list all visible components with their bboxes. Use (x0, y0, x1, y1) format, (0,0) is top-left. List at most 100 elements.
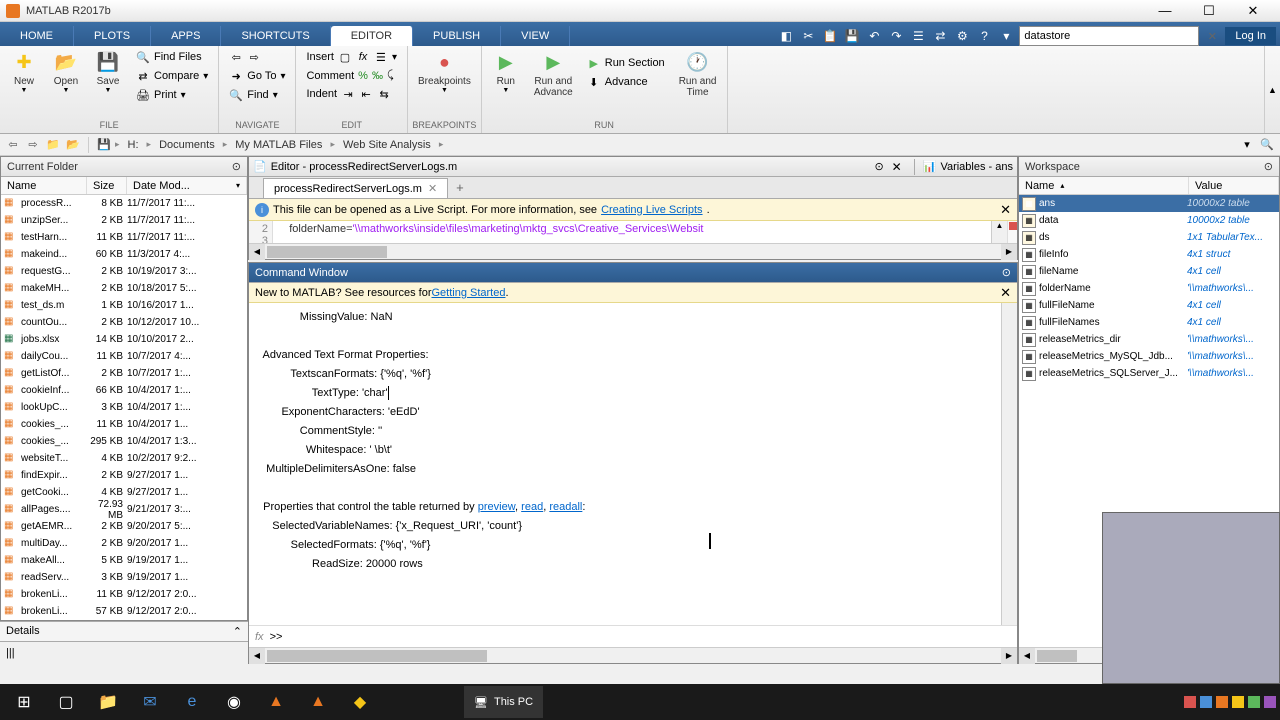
workspace-var-row[interactable]: ▦ans10000x2 table (1019, 195, 1279, 212)
app-icon[interactable]: ◆ (340, 686, 380, 718)
ie-icon[interactable]: e (172, 686, 212, 718)
fx-icon[interactable]: fx (255, 631, 264, 643)
tab-editor[interactable]: EDITOR (331, 26, 413, 46)
print-button[interactable]: 🖨Print ▾ (130, 86, 214, 104)
qat-icon[interactable]: ⇄ (931, 27, 949, 45)
tab-close-icon[interactable]: ✕ (428, 182, 437, 195)
tab-view[interactable]: VIEW (501, 26, 570, 46)
file-row[interactable]: ▦jobs.xlsx14 KB10/10/2017 2... (1, 331, 247, 348)
file-row[interactable]: ▦makeMH...2 KB10/18/2017 5:... (1, 280, 247, 297)
workspace-var-row[interactable]: ▦folderName'\\mathworks\... (1019, 280, 1279, 297)
workspace-var-row[interactable]: ▦fileName4x1 cell (1019, 263, 1279, 280)
qat-icon[interactable]: ☰ (909, 27, 927, 45)
workspace-var-row[interactable]: ▦fileInfo4x1 struct (1019, 246, 1279, 263)
file-row[interactable]: ▦getListOf...2 KB10/7/2017 1:... (1, 365, 247, 382)
workspace-var-row[interactable]: ▦releaseMetrics_MySQL_Jdb...'\\mathworks… (1019, 348, 1279, 365)
tab-add-button[interactable]: + (448, 177, 472, 198)
editor-scrollbar-h[interactable]: ◀▶ (249, 243, 1017, 259)
tray-icon[interactable] (1232, 696, 1244, 708)
qat-icon[interactable]: 📋 (821, 27, 839, 45)
chrome-icon[interactable]: ◉ (214, 686, 254, 718)
outlook-icon[interactable]: ✉ (130, 686, 170, 718)
preview-link[interactable]: preview (478, 501, 515, 513)
file-row[interactable]: ▦makeAll...5 KB9/19/2017 1... (1, 552, 247, 569)
workspace-var-row[interactable]: ▦ds1x1 TabularTex... (1019, 229, 1279, 246)
tray-icon[interactable] (1264, 696, 1276, 708)
insert-button[interactable]: Insert ▢ fx ☰ ▾ (300, 48, 403, 66)
minimize-button[interactable]: — (1144, 1, 1186, 21)
compare-button[interactable]: ⇄Compare ▾ (130, 67, 214, 85)
breadcrumb[interactable]: H: (122, 139, 145, 151)
cmd-banner-close-icon[interactable]: ✕ (1000, 285, 1011, 301)
save-button[interactable]: 💾Save▼ (88, 48, 128, 96)
file-row[interactable]: ▦requestG...2 KB10/19/2017 3:... (1, 263, 247, 280)
qat-icon[interactable]: ✂ (799, 27, 817, 45)
breadcrumb[interactable]: Documents (153, 139, 221, 151)
tray-icon[interactable] (1216, 696, 1228, 708)
qat-save-icon[interactable]: 💾 (843, 27, 861, 45)
file-row[interactable]: ▦cookieInf...66 KB10/4/2017 1:... (1, 382, 247, 399)
editor-menu-icon[interactable]: ⊙ (874, 160, 883, 173)
col-name[interactable]: Name (1, 177, 87, 194)
open-button[interactable]: 📂Open▼ (46, 48, 86, 96)
qat-help-icon[interactable]: ? (975, 27, 993, 45)
run-button[interactable]: ▶Run▼ (486, 48, 526, 96)
nav-fwd-icon[interactable]: ⇨ (24, 136, 42, 154)
readall-link[interactable]: readall (549, 501, 582, 513)
file-row[interactable]: ▦testHarn...11 KB11/7/2017 11:... (1, 229, 247, 246)
taskview-icon[interactable]: ▢ (46, 686, 86, 718)
file-row[interactable]: ▦readServ...3 KB9/19/2017 1... (1, 569, 247, 586)
workspace-var-row[interactable]: ▦releaseMetrics_dir'\\mathworks\... (1019, 331, 1279, 348)
panel-menu-icon[interactable]: ⊙ (1002, 266, 1011, 279)
new-button[interactable]: ✚New▼ (4, 48, 44, 96)
comment-button[interactable]: Comment % ‰ ⤹ (300, 67, 403, 84)
qat-redo-icon[interactable]: ↷ (887, 27, 905, 45)
folder-icon[interactable]: 📂 (64, 136, 82, 154)
ws-col-name[interactable]: Name▴ (1019, 177, 1189, 194)
nav-back-icon[interactable]: ⇦ (4, 136, 22, 154)
file-row[interactable]: ▦brokenLi...57 KB9/12/2017 2:0... (1, 603, 247, 620)
file-row[interactable]: ▦makeind...60 KB11/3/2017 4:... (1, 246, 247, 263)
file-row[interactable]: ▦brokenLi...11 KB9/12/2017 2:0... (1, 586, 247, 603)
breadcrumb[interactable]: My MATLAB Files (229, 139, 328, 151)
tab-publish[interactable]: PUBLISH (413, 26, 501, 46)
command-output[interactable]: MissingValue: NaN Advanced Text Format P… (249, 303, 1017, 625)
file-row[interactable]: ▦countOu...2 KB10/12/2017 10... (1, 314, 247, 331)
goto-button[interactable]: ➜Go To ▾ (223, 67, 291, 85)
workspace-var-row[interactable]: ▦data10000x2 table (1019, 212, 1279, 229)
panel-menu-icon[interactable]: ⊙ (1264, 160, 1273, 173)
ws-col-value[interactable]: Value (1189, 177, 1279, 194)
file-row[interactable]: ▦getAEMR...2 KB9/20/2017 5:... (1, 518, 247, 535)
indent-button[interactable]: Indent ⇥ ⇤ ⇆ (300, 85, 403, 103)
command-prompt[interactable]: fx >> (249, 625, 1017, 647)
nav-back-button[interactable]: ⇦⇨ (223, 48, 291, 66)
workspace-var-row[interactable]: ▦fullFileNames4x1 cell (1019, 314, 1279, 331)
cmd-scrollbar-v[interactable] (1001, 303, 1017, 625)
matlab-icon[interactable]: ▲ (256, 686, 296, 718)
qat-undo-icon[interactable]: ↶ (865, 27, 883, 45)
search-clear-icon[interactable]: ✕ (1203, 27, 1221, 45)
file-row[interactable]: ▦test_ds.m1 KB10/16/2017 1... (1, 297, 247, 314)
file-row[interactable]: ▦multiDay...2 KB9/20/2017 1... (1, 535, 247, 552)
breakpoints-button[interactable]: ●Breakpoints▼ (412, 48, 477, 96)
thispc-icon[interactable]: 🖥This PC (464, 686, 543, 718)
qat-search-icon[interactable]: ▾ (997, 27, 1015, 45)
read-link[interactable]: read (521, 501, 543, 513)
advance-button[interactable]: ⬇Advance (581, 73, 671, 91)
code-error-marker[interactable] (1009, 222, 1017, 230)
editor-file-tab[interactable]: processRedirectServerLogs.m ✕ (263, 178, 448, 198)
addr-dropdown-icon[interactable]: ▾ (1238, 136, 1256, 154)
breadcrumb[interactable]: Web Site Analysis (337, 139, 437, 151)
run-time-button[interactable]: 🕐Run and Time (673, 48, 723, 100)
status-input[interactable]: ||| (0, 641, 248, 664)
run-advance-button[interactable]: ▶Run and Advance (528, 48, 579, 100)
tray-icon[interactable] (1248, 696, 1260, 708)
file-row[interactable]: ▦dailyCou...11 KB10/7/2017 4:... (1, 348, 247, 365)
explorer-icon[interactable]: 📁 (88, 686, 128, 718)
variables-title[interactable]: Variables - ans (940, 161, 1013, 173)
details-panel[interactable]: Details ⌃ (0, 621, 248, 641)
tray-icon[interactable] (1184, 696, 1196, 708)
file-row[interactable]: ▦findExpir...2 KB9/27/2017 1... (1, 467, 247, 484)
workspace-var-row[interactable]: ▦releaseMetrics_SQLServer_J...'\\mathwor… (1019, 365, 1279, 382)
login-button[interactable]: Log In (1225, 27, 1276, 45)
